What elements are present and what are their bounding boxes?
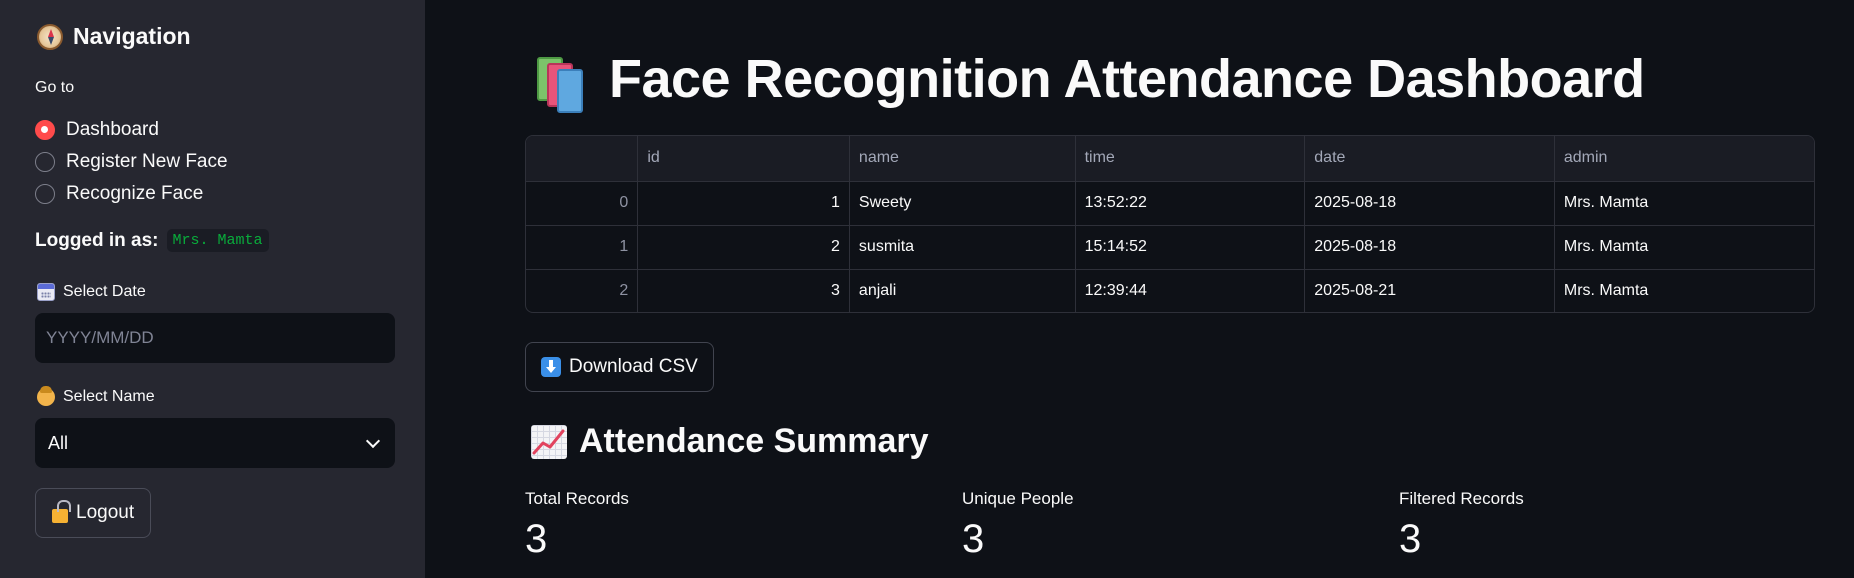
table-cell-date[interactable]: 2025-08-21 — [1304, 269, 1555, 312]
name-field-label: Select Name — [37, 386, 155, 406]
nav-option-register-new-face[interactable]: Register New Face — [35, 146, 228, 178]
radio-selected-icon[interactable] — [35, 120, 55, 140]
table-cell-index[interactable]: 0 — [526, 181, 639, 226]
table-cell-date[interactable]: 2025-08-18 — [1304, 181, 1555, 226]
metric-unique-people: Unique People 3 — [962, 489, 1074, 559]
table-row: 1 2 susmita 15:14:52 2025-08-18 Mrs. Mam… — [526, 225, 1814, 270]
logout-label: Logout — [76, 502, 135, 523]
compass-icon — [37, 23, 63, 50]
table-cell-name[interactable]: susmita — [849, 225, 1076, 270]
nav-option-dashboard[interactable]: Dashboard — [35, 114, 228, 146]
logged-in-info: Logged in as: Mrs. Mamta — [35, 229, 269, 252]
logged-in-user: Mrs. Mamta — [166, 229, 269, 252]
nav-radio-group: Dashboard Register New Face Recognize Fa… — [35, 114, 228, 210]
down-arrow-icon — [541, 357, 561, 377]
nav-option-label: Dashboard — [66, 119, 159, 140]
goto-label: Go to — [35, 79, 75, 96]
summary-title: Attendance Summary — [579, 422, 929, 460]
radio-unselected-icon[interactable] — [35, 184, 55, 204]
table-row: 2 3 anjali 12:39:44 2025-08-21 Mrs. Mamt… — [526, 269, 1814, 312]
nav-option-recognize-face[interactable]: Recognize Face — [35, 178, 228, 210]
table-cell-id[interactable]: 1 — [637, 181, 850, 226]
radio-unselected-icon[interactable] — [35, 152, 55, 172]
sidebar-header: Navigation — [37, 23, 191, 50]
column-header-date[interactable]: date — [1304, 136, 1555, 182]
page-title-text: Face Recognition Attendance Dashboard — [609, 49, 1645, 109]
date-label-text: Select Date — [63, 283, 146, 300]
table-cell-time[interactable]: 12:39:44 — [1075, 269, 1306, 312]
metric-label: Total Records — [525, 489, 629, 508]
table-cell-index[interactable]: 1 — [526, 225, 639, 270]
metric-total-records: Total Records 3 — [525, 489, 629, 559]
summary-heading: Attendance Summary — [531, 422, 929, 461]
chevron-down-icon — [365, 433, 381, 448]
metric-label: Unique People — [962, 489, 1074, 508]
attendance-table[interactable]: id name time date admin 0 1 Sweety 13:52… — [525, 135, 1815, 313]
app-root: Navigation Go to Dashboard Register New … — [0, 0, 1854, 578]
logged-in-label: Logged in as: — [35, 229, 159, 251]
unlock-icon — [52, 500, 71, 523]
nav-option-label: Recognize Face — [66, 183, 204, 204]
books-icon — [533, 51, 591, 113]
chart-increasing-icon — [531, 424, 567, 459]
metric-filtered-records: Filtered Records 3 — [1399, 489, 1524, 559]
table-cell-name[interactable]: anjali — [849, 269, 1076, 312]
page-title: Face Recognition Attendance Dashboard — [533, 48, 1645, 113]
table-cell-admin[interactable]: Mrs. Mamta — [1554, 181, 1814, 226]
logout-button[interactable]: Logout — [35, 488, 152, 538]
table-cell-admin[interactable]: Mrs. Mamta — [1554, 269, 1814, 312]
metric-label: Filtered Records — [1399, 489, 1524, 508]
metric-value: 3 — [525, 517, 548, 561]
metric-value: 3 — [962, 517, 985, 561]
name-select-value: All — [48, 432, 69, 453]
column-header-id[interactable]: id — [637, 136, 850, 182]
table-cell-name[interactable]: Sweety — [849, 181, 1076, 226]
sidebar-title: Navigation — [73, 23, 191, 49]
table-header-row: id name time date admin — [526, 136, 1814, 182]
main-content: Face Recognition Attendance Dashboard id… — [425, 0, 1854, 578]
column-header-name[interactable]: name — [849, 136, 1076, 182]
metric-value: 3 — [1399, 517, 1422, 561]
calendar-icon — [37, 283, 55, 301]
nav-option-label: Register New Face — [66, 151, 228, 172]
person-icon — [37, 386, 55, 406]
table-cell-index[interactable]: 2 — [526, 269, 639, 312]
download-csv-button[interactable]: Download CSV — [525, 342, 714, 392]
name-label-text: Select Name — [63, 388, 155, 405]
column-header-index[interactable] — [526, 136, 639, 182]
table-cell-time[interactable]: 15:14:52 — [1075, 225, 1306, 270]
table-cell-id[interactable]: 2 — [637, 225, 850, 270]
sidebar: Navigation Go to Dashboard Register New … — [0, 0, 425, 578]
table-row: 0 1 Sweety 13:52:22 2025-08-18 Mrs. Mamt… — [526, 181, 1814, 226]
table-cell-date[interactable]: 2025-08-18 — [1304, 225, 1555, 270]
download-csv-label: Download CSV — [569, 356, 698, 377]
date-input[interactable] — [35, 313, 395, 363]
table-cell-time[interactable]: 13:52:22 — [1075, 181, 1306, 226]
column-header-admin[interactable]: admin — [1554, 136, 1814, 182]
date-field-label: Select Date — [37, 283, 146, 301]
table-cell-id[interactable]: 3 — [637, 269, 850, 312]
name-select[interactable]: All — [35, 418, 395, 468]
column-header-time[interactable]: time — [1075, 136, 1306, 182]
table-cell-admin[interactable]: Mrs. Mamta — [1554, 225, 1814, 270]
